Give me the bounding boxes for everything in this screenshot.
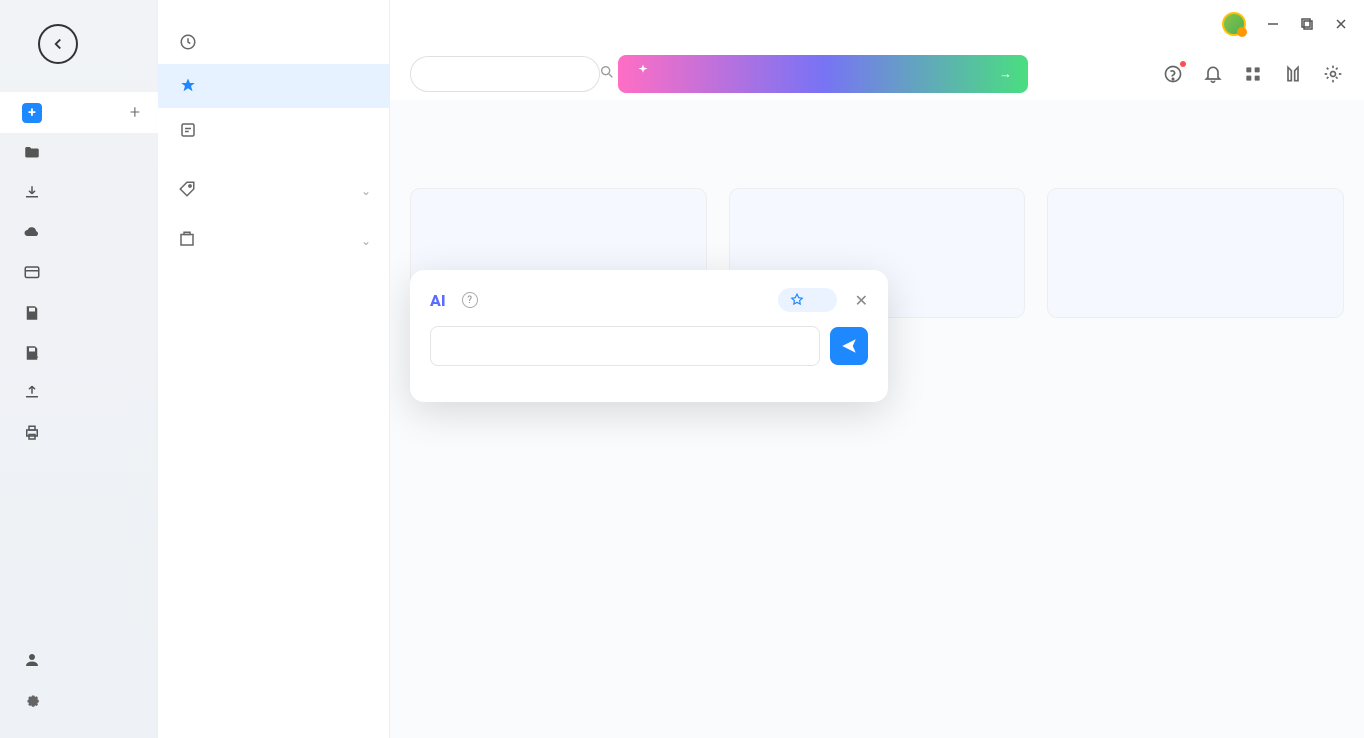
templates-icon [22, 263, 42, 283]
personal-icon [178, 120, 198, 140]
back-button[interactable] [38, 24, 78, 64]
star-icon [178, 76, 198, 96]
ai-assistant-panel: AI ? ✕ [410, 270, 888, 402]
ai-logo-icon: AI [430, 291, 446, 310]
rail-save[interactable] [0, 293, 158, 333]
banner-cta[interactable]: → [995, 66, 1012, 82]
help-icon[interactable] [1162, 63, 1184, 85]
rail-saveas[interactable] [0, 333, 158, 373]
send-button[interactable] [830, 327, 868, 365]
toolbar: → [390, 48, 1364, 100]
plus-icon: + [22, 103, 42, 123]
save-icon [22, 303, 42, 323]
left-rail: + + [0, 0, 158, 738]
cat-recent[interactable] [158, 20, 389, 64]
clock-icon [178, 32, 198, 52]
sparkle-icon [634, 63, 652, 85]
maximize-button[interactable] [1292, 9, 1322, 39]
apps-icon[interactable] [1242, 63, 1264, 85]
main-area: → [390, 0, 1364, 738]
settings-icon[interactable] [1322, 63, 1344, 85]
category-panel: ⌄ ⌄ [158, 0, 390, 738]
tutorial-card[interactable] [1047, 188, 1344, 318]
user-icon [22, 650, 42, 670]
chevron-down-icon: ⌄ [361, 184, 371, 198]
saveas-icon [22, 343, 42, 363]
rail-print[interactable] [0, 413, 158, 453]
chevron-down-icon: ⌄ [361, 234, 371, 248]
search-box[interactable] [410, 56, 600, 92]
search-icon[interactable] [599, 64, 615, 84]
content-area: AI ? ✕ [390, 100, 1364, 738]
import-icon [22, 183, 42, 203]
rail-new[interactable]: + + [0, 92, 158, 133]
search-input[interactable] [425, 67, 591, 82]
rail-account[interactable] [0, 640, 158, 680]
add-icon[interactable]: + [130, 102, 140, 123]
theme-icon[interactable] [1282, 63, 1304, 85]
rail-options[interactable] [0, 680, 158, 720]
rail-export[interactable] [0, 373, 158, 413]
print-icon [22, 423, 42, 443]
close-button[interactable] [1326, 9, 1356, 39]
cat-group-basic[interactable]: ⌄ [158, 166, 389, 216]
titlebar [390, 0, 1364, 48]
rail-cloud[interactable] [0, 213, 158, 253]
rail-templates[interactable] [0, 253, 158, 293]
assistant-input[interactable] [430, 326, 820, 366]
cat-group-business[interactable]: ⌄ [158, 216, 389, 266]
rail-import[interactable] [0, 173, 158, 213]
help-icon[interactable]: ? [462, 292, 478, 308]
rail-open[interactable] [0, 133, 158, 173]
minimize-button[interactable] [1258, 9, 1288, 39]
ai-banner[interactable]: → [618, 55, 1028, 93]
export-icon [22, 383, 42, 403]
tag-icon [178, 180, 196, 202]
cloud-icon [22, 223, 42, 243]
close-icon[interactable]: ✕ [855, 291, 868, 310]
gear-icon [22, 690, 42, 710]
ai-points-badge [778, 288, 837, 312]
cat-recommended[interactable] [158, 64, 389, 108]
bell-icon[interactable] [1202, 63, 1224, 85]
folder-icon [22, 143, 42, 163]
cat-personal[interactable] [158, 108, 389, 152]
avatar[interactable] [1222, 12, 1246, 36]
business-icon [178, 230, 196, 252]
